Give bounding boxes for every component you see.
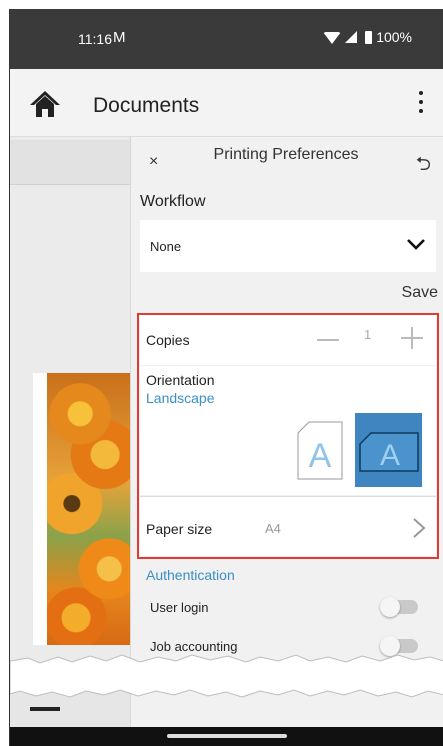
- highlight-box: [137, 313, 439, 559]
- close-icon[interactable]: ×: [149, 153, 158, 171]
- document-page-thumbnail[interactable]: [33, 373, 130, 645]
- torn-edge-divider: [10, 654, 443, 698]
- chevron-down-icon: [407, 239, 425, 250]
- navigation-bar: [10, 727, 443, 746]
- battery-icon: [365, 30, 373, 44]
- user-login-row: User login: [140, 590, 436, 624]
- save-button[interactable]: Save: [402, 284, 438, 302]
- status-time: 11:16: [78, 31, 112, 47]
- panel-title: Printing Preferences: [213, 146, 359, 163]
- signal-icon: [345, 31, 358, 43]
- flower-photo: [47, 373, 130, 645]
- app-bar: Documents: [10, 69, 443, 137]
- page-title: Documents: [93, 94, 200, 117]
- status-indicators: 100%: [323, 29, 412, 45]
- workflow-select[interactable]: None: [140, 220, 436, 272]
- workflow-value: None: [150, 239, 182, 254]
- status-bar: 11:16 M 100%: [10, 9, 443, 69]
- preview-toolbar-strip: [10, 140, 130, 185]
- user-login-toggle[interactable]: [380, 597, 418, 617]
- mail-icon: M: [113, 29, 126, 46]
- authentication-label: Authentication: [146, 567, 235, 583]
- battery-level: 100%: [376, 29, 412, 45]
- home-gesture-handle[interactable]: [167, 734, 287, 738]
- panel-header: × Printing Preferences ⮌: [131, 137, 443, 185]
- undo-icon[interactable]: ⮌: [416, 150, 431, 182]
- user-login-label: User login: [150, 600, 209, 615]
- home-icon[interactable]: [28, 89, 62, 119]
- more-vertical-icon[interactable]: [418, 91, 424, 113]
- workflow-label: Workflow: [140, 193, 206, 210]
- toggle-knob: [380, 597, 400, 617]
- wifi-icon: [323, 32, 342, 44]
- phone-screen: 11:16 M 100% Documents × Printing Prefer…: [9, 9, 443, 746]
